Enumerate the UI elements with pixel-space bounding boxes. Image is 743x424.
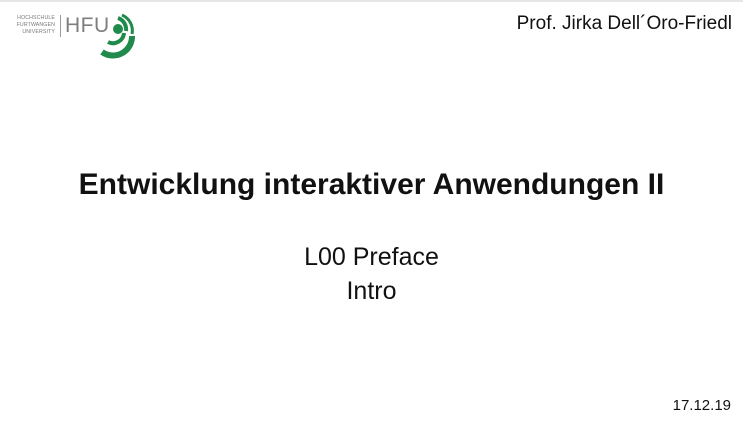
- logo-institution-name: HOCHSCHULE FURTWANGEN UNIVERSITY: [8, 15, 55, 36]
- author-name: Prof. Jirka Dell´Oro-Friedl: [516, 13, 732, 34]
- slide-subtitle: L00 Preface Intro: [0, 240, 743, 308]
- slide: HOCHSCHULE FURTWANGEN UNIVERSITY HFU Pro…: [0, 0, 743, 424]
- logo-divider: [60, 15, 61, 37]
- subtitle-line: Intro: [346, 277, 397, 305]
- top-divider: [0, 0, 743, 2]
- slide-title: Entwicklung interaktiver Anwendungen II: [78, 168, 665, 201]
- hfu-logo: HOCHSCHULE FURTWANGEN UNIVERSITY HFU: [8, 12, 148, 60]
- logo-line: FURTWANGEN: [16, 22, 55, 28]
- logo-line: UNIVERSITY: [22, 29, 55, 35]
- slide-date: 17.12.19: [672, 397, 731, 414]
- hfu-swirl-logo-icon: [100, 13, 136, 59]
- logo-line: HOCHSCHULE: [17, 15, 55, 21]
- subtitle-line: L00 Preface: [304, 243, 439, 271]
